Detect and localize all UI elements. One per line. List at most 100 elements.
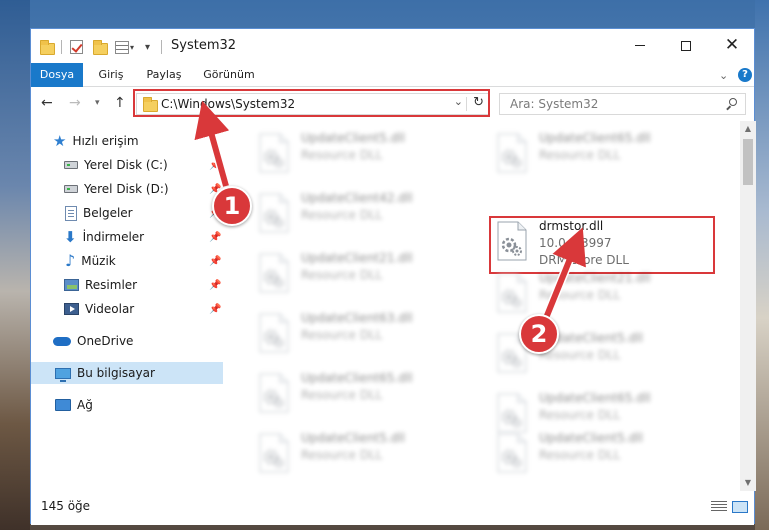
ribbon-tabs: Dosya Giriş Paylaş Görünüm ⌄ ? — [31, 63, 754, 87]
videos-icon — [64, 303, 79, 315]
file-tile[interactable]: UpdateClient65.dll Resource DLL — [495, 127, 715, 183]
dll-file-icon — [495, 133, 529, 173]
file-description: Resource DLL — [301, 328, 383, 342]
search-icon[interactable] — [726, 98, 737, 110]
file-name: UpdateClient65.dll — [539, 391, 651, 405]
file-name: UpdateClient65.dll — [301, 371, 413, 385]
step-1-callout: 1 — [212, 186, 252, 226]
recent-locations-chevron-icon[interactable]: ▾ — [95, 99, 100, 108]
pin-icon: 📌 — [209, 303, 222, 315]
tiles-view-icon[interactable] — [732, 501, 748, 513]
file-tile[interactable]: UpdateClient21.dll Resource DLL — [257, 247, 477, 303]
sidebar-item-music[interactable]: ♪ Müzik 📌 — [31, 250, 223, 272]
details-view-icon[interactable] — [711, 501, 727, 513]
pin-icon: 📌 — [209, 231, 222, 243]
sidebar-item-documents[interactable]: Belgeler 📌 — [31, 202, 223, 224]
scroll-down-icon[interactable]: ▼ — [740, 475, 756, 491]
scrollbar-thumb[interactable] — [743, 139, 753, 185]
dll-file-icon — [257, 193, 291, 233]
maximize-button[interactable] — [663, 29, 709, 62]
sidebar-item-label: Ağ — [77, 398, 93, 412]
sidebar-item-label: Yerel Disk (D:) — [84, 182, 169, 196]
sidebar-item-downloads[interactable]: ⬇ İndirmeler 📌 — [31, 226, 223, 248]
tab-share[interactable]: Paylaş — [139, 63, 189, 87]
dll-file-icon — [257, 253, 291, 293]
help-icon[interactable]: ? — [738, 68, 752, 82]
close-button[interactable]: ✕ — [709, 29, 755, 62]
music-icon: ♪ — [65, 251, 76, 270]
file-list: UpdateClient5.dll Resource DLL UpdateCli… — [227, 121, 740, 491]
pin-icon: 📌 — [209, 255, 222, 267]
customize-toolbar-icon[interactable]: ▾ — [115, 38, 134, 56]
sidebar-item-local-disk-d[interactable]: Yerel Disk (D:) 📌 — [31, 178, 223, 200]
tab-home[interactable]: Giriş — [89, 63, 133, 87]
file-name: UpdateClient65.dll — [539, 131, 651, 145]
file-description: Resource DLL — [301, 148, 383, 162]
sidebar-item-quick-access[interactable]: ★ Hızlı erişim — [31, 130, 223, 152]
drive-icon — [64, 185, 78, 193]
file-tile[interactable]: UpdateClient5.dll Resource DLL — [257, 427, 477, 483]
expand-ribbon-chevron-icon[interactable]: ⌄ — [719, 69, 728, 82]
tab-file[interactable]: Dosya — [31, 63, 83, 87]
file-highlight-box — [489, 216, 715, 274]
forward-arrow-icon[interactable]: → — [69, 96, 81, 110]
file-description: Resource DLL — [539, 288, 621, 302]
sidebar-item-this-pc[interactable]: Bu bilgisayar — [31, 362, 223, 384]
file-name: UpdateClient5.dll — [301, 131, 405, 145]
file-description: Resource DLL — [539, 448, 621, 462]
documents-icon — [65, 205, 77, 221]
pin-icon: 📌 — [209, 279, 222, 291]
file-name: UpdateClient5.dll — [539, 431, 643, 445]
navigation-bar: ← → ▾ ↑ C:\Windows\System32 ⌄ ↻ Ara: Sys… — [31, 87, 754, 121]
sidebar-item-videos[interactable]: Videolar 📌 — [31, 298, 223, 320]
quick-access-dropdown-icon[interactable]: ▾ — [145, 38, 150, 56]
desktop-background-left — [0, 0, 30, 530]
sidebar-item-label: İndirmeler — [82, 230, 145, 244]
file-tile[interactable]: UpdateClient5.dll Resource DLL — [257, 127, 477, 183]
navigation-pane: ★ Hızlı erişim Yerel Disk (C:) 📌 Yerel D… — [31, 121, 227, 491]
file-description: Resource DLL — [539, 408, 621, 422]
dll-file-icon — [257, 373, 291, 413]
window-title: System32 — [171, 38, 237, 53]
file-tile[interactable]: UpdateClient5.dll Resource DLL — [495, 427, 715, 483]
dll-file-icon — [257, 133, 291, 173]
file-tile[interactable]: UpdateClient63.dll Resource DLL — [257, 307, 477, 363]
sidebar-item-pictures[interactable]: Resimler 📌 — [31, 274, 223, 296]
folder-icon — [40, 38, 55, 56]
downloads-icon: ⬇ — [64, 227, 77, 246]
file-description: Resource DLL — [301, 208, 383, 222]
file-description: Resource DLL — [539, 148, 621, 162]
sidebar-item-network[interactable]: Ağ — [31, 394, 223, 416]
sidebar-item-onedrive[interactable]: OneDrive — [31, 330, 223, 352]
sidebar-item-label: OneDrive — [77, 334, 134, 348]
file-name: UpdateClient21.dll — [301, 251, 413, 265]
search-input[interactable]: Ara: System32 — [499, 93, 746, 115]
properties-check-icon[interactable] — [70, 38, 83, 56]
explorer-window: ▾ ▾ System32 ✕ Dosya Giriş Paylaş Görünü… — [30, 28, 756, 525]
dll-file-icon — [495, 433, 529, 473]
file-name: UpdateClient63.dll — [301, 311, 413, 325]
sidebar-item-label: Müzik — [81, 254, 116, 268]
new-folder-icon[interactable] — [93, 38, 108, 56]
file-description: Resource DLL — [301, 448, 383, 462]
sidebar-item-local-disk-c[interactable]: Yerel Disk (C:) 📌 — [31, 154, 223, 176]
file-description: Resource DLL — [539, 348, 621, 362]
dll-file-icon — [495, 273, 529, 313]
dll-file-icon — [257, 433, 291, 473]
scroll-up-icon[interactable]: ▲ — [740, 121, 756, 137]
file-tile[interactable]: UpdateClient42.dll Resource DLL — [257, 187, 477, 243]
star-icon: ★ — [53, 131, 67, 150]
up-arrow-icon[interactable]: ↑ — [114, 96, 126, 110]
search-placeholder: Ara: System32 — [510, 97, 599, 111]
item-count: 145 öğe — [41, 499, 91, 513]
back-arrow-icon[interactable]: ← — [41, 96, 53, 110]
file-tile[interactable]: UpdateClient65.dll Resource DLL — [257, 367, 477, 423]
vertical-scrollbar[interactable]: ▲ ▼ — [740, 121, 756, 491]
separator — [161, 38, 162, 56]
tab-view[interactable]: Görünüm — [197, 63, 261, 87]
file-tile[interactable]: UpdateClient21.dll Resource DLL — [495, 267, 715, 323]
pictures-icon — [64, 279, 79, 291]
sidebar-item-label: Belgeler — [83, 206, 133, 220]
address-highlight-box — [133, 89, 490, 117]
minimize-button[interactable] — [617, 29, 663, 62]
